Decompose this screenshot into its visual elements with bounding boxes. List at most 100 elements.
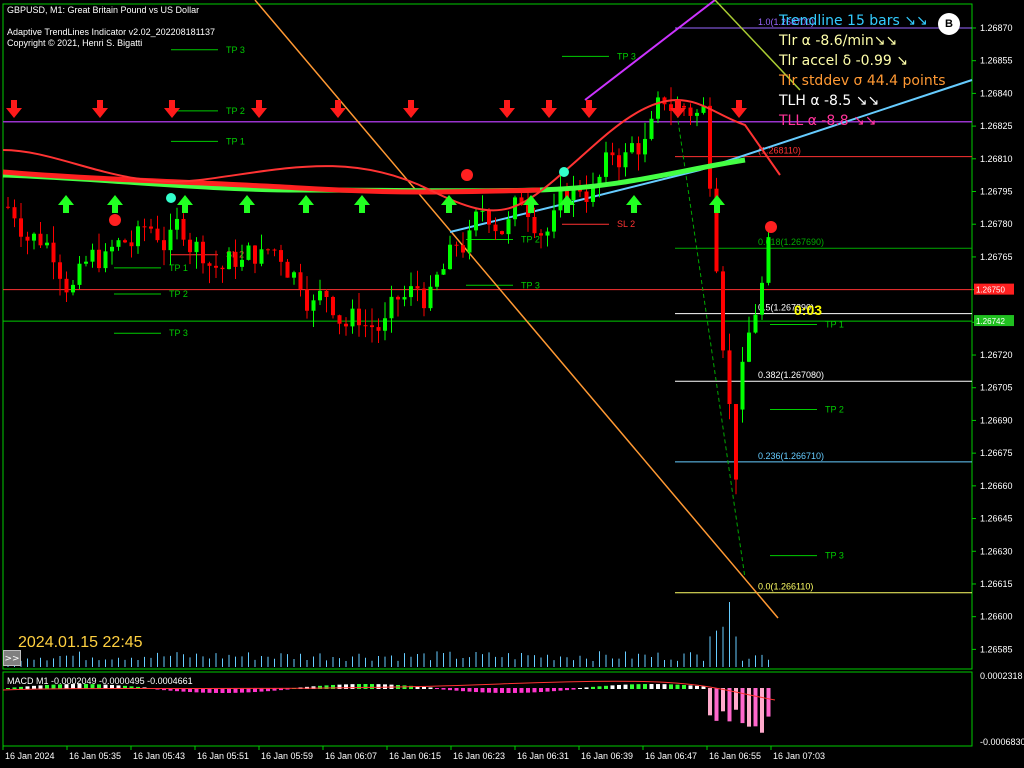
- candle-body: [545, 231, 550, 236]
- candle-body: [740, 361, 745, 410]
- candle-body: [493, 224, 498, 232]
- tp-sl-label: TP 3: [617, 51, 636, 61]
- candle-body: [168, 229, 173, 251]
- time-tick-label: 16 Jan 05:43: [133, 751, 185, 761]
- time-tick-label: 16 Jan 06:07: [325, 751, 377, 761]
- macd-histogram-bar: [58, 684, 62, 689]
- macd-histogram-bar: [753, 688, 758, 727]
- macd-histogram-bar: [721, 688, 725, 712]
- tp-sl-label: TP 2: [169, 289, 188, 299]
- candle-body: [487, 210, 491, 225]
- candle-body: [409, 286, 413, 298]
- candle-body: [84, 261, 88, 264]
- macd-histogram-bar: [493, 688, 498, 693]
- candle-body: [214, 265, 218, 268]
- tp-sl-label: TP 3: [226, 45, 245, 55]
- macd-histogram-bar: [584, 687, 589, 689]
- indicator-name: Adaptive TrendLines Indicator v2.02_2022…: [7, 27, 215, 37]
- trendline-info-line: Tlr α -8.6/min↘↘: [779, 33, 898, 49]
- macd-histogram-bar: [448, 688, 452, 691]
- candle-body: [630, 143, 634, 153]
- macd-histogram-bar: [519, 688, 524, 693]
- macd-histogram-bar: [571, 688, 576, 690]
- macd-histogram-bar: [12, 687, 17, 689]
- macd-histogram-bar: [591, 686, 595, 689]
- candle-body: [136, 226, 140, 247]
- candle-body: [656, 97, 660, 119]
- tp-sl-label: TP 1: [169, 263, 188, 273]
- time-tick-label: 16 Jan 06:39: [581, 751, 633, 761]
- macd-histogram-bar: [487, 688, 491, 693]
- candle-body: [402, 297, 407, 300]
- buy-arrow-icon: [58, 195, 74, 213]
- candle-body: [766, 237, 771, 283]
- ask-price-label: 1.26750: [976, 286, 1005, 295]
- candle-body: [649, 118, 654, 139]
- candle-body: [734, 404, 738, 480]
- macd-histogram-bar: [675, 684, 680, 689]
- candle-body: [6, 206, 10, 208]
- macd-histogram-bar: [766, 688, 771, 717]
- chart-shift-button[interactable]: >>: [3, 650, 21, 666]
- macd-histogram-bar: [636, 684, 641, 689]
- candle-body: [604, 152, 608, 177]
- candle-body: [363, 325, 368, 327]
- candle-body: [376, 327, 381, 331]
- candle-body: [454, 244, 459, 246]
- buy-arrow-icon: [354, 195, 370, 213]
- macd-histogram-bar: [539, 688, 543, 693]
- candle-body: [753, 314, 758, 333]
- candle-body: [142, 226, 147, 228]
- price-tick-label: 1.26630: [980, 546, 1013, 556]
- macd-histogram-bar: [747, 688, 751, 727]
- candle-body: [12, 207, 17, 219]
- macd-histogram-bar: [558, 688, 563, 691]
- macd-histogram-bar: [25, 686, 30, 689]
- candle-body: [298, 272, 303, 290]
- buy-arrow-icon: [441, 195, 457, 213]
- tp-sl-label: TP 1: [825, 320, 844, 330]
- candle-body: [610, 152, 615, 156]
- candle-body: [253, 245, 257, 264]
- candle-body: [285, 261, 290, 278]
- time-tick-label: 16 Jan 2024: [5, 751, 55, 761]
- time-tick-label: 16 Jan 06:15: [389, 751, 441, 761]
- macd-histogram-bar: [597, 686, 602, 689]
- tp-sl-label: TP 3: [521, 280, 540, 290]
- sell-arrow-icon: [251, 100, 267, 118]
- candle-body: [318, 290, 322, 301]
- macd-histogram-bar: [513, 688, 517, 693]
- candle-body: [344, 323, 348, 327]
- tp-sl-label: SL 2: [617, 219, 635, 229]
- price-tick-label: 1.26765: [980, 252, 1013, 262]
- macd-histogram-bar: [643, 684, 647, 689]
- macd-axis-bottom: -0.0006830: [980, 737, 1024, 747]
- time-tick-label: 16 Jan 06:31: [517, 751, 569, 761]
- candle-body: [51, 242, 56, 263]
- candle-body: [636, 143, 641, 155]
- macd-histogram-bar: [545, 688, 550, 692]
- macd-histogram-bar: [474, 688, 478, 693]
- price-tick-label: 1.26600: [980, 612, 1013, 622]
- entry-dot-icon: [559, 167, 569, 177]
- candle-body: [207, 263, 212, 266]
- entry-dot-icon: [166, 193, 176, 203]
- macd-histogram-bar: [441, 688, 446, 690]
- candle-body: [370, 325, 374, 328]
- macd-histogram-bar: [454, 688, 459, 691]
- macd-histogram-bar: [357, 684, 361, 689]
- candle-body: [584, 191, 589, 202]
- candle-body: [695, 112, 699, 116]
- candle-body: [311, 300, 316, 311]
- candle-body: [90, 249, 95, 262]
- candle-body: [331, 297, 335, 316]
- price-tick-label: 1.26870: [980, 23, 1013, 33]
- candle-body: [266, 249, 270, 251]
- candle-body: [623, 152, 628, 168]
- timestamp-label: 2024.01.15 22:45: [18, 634, 143, 651]
- fib-level-label: 0.0(1.266110): [758, 582, 813, 592]
- buy-arrow-icon: [239, 195, 255, 213]
- macd-histogram-bar: [701, 686, 706, 689]
- candle-body: [324, 290, 329, 298]
- macd-histogram-bar: [623, 684, 628, 689]
